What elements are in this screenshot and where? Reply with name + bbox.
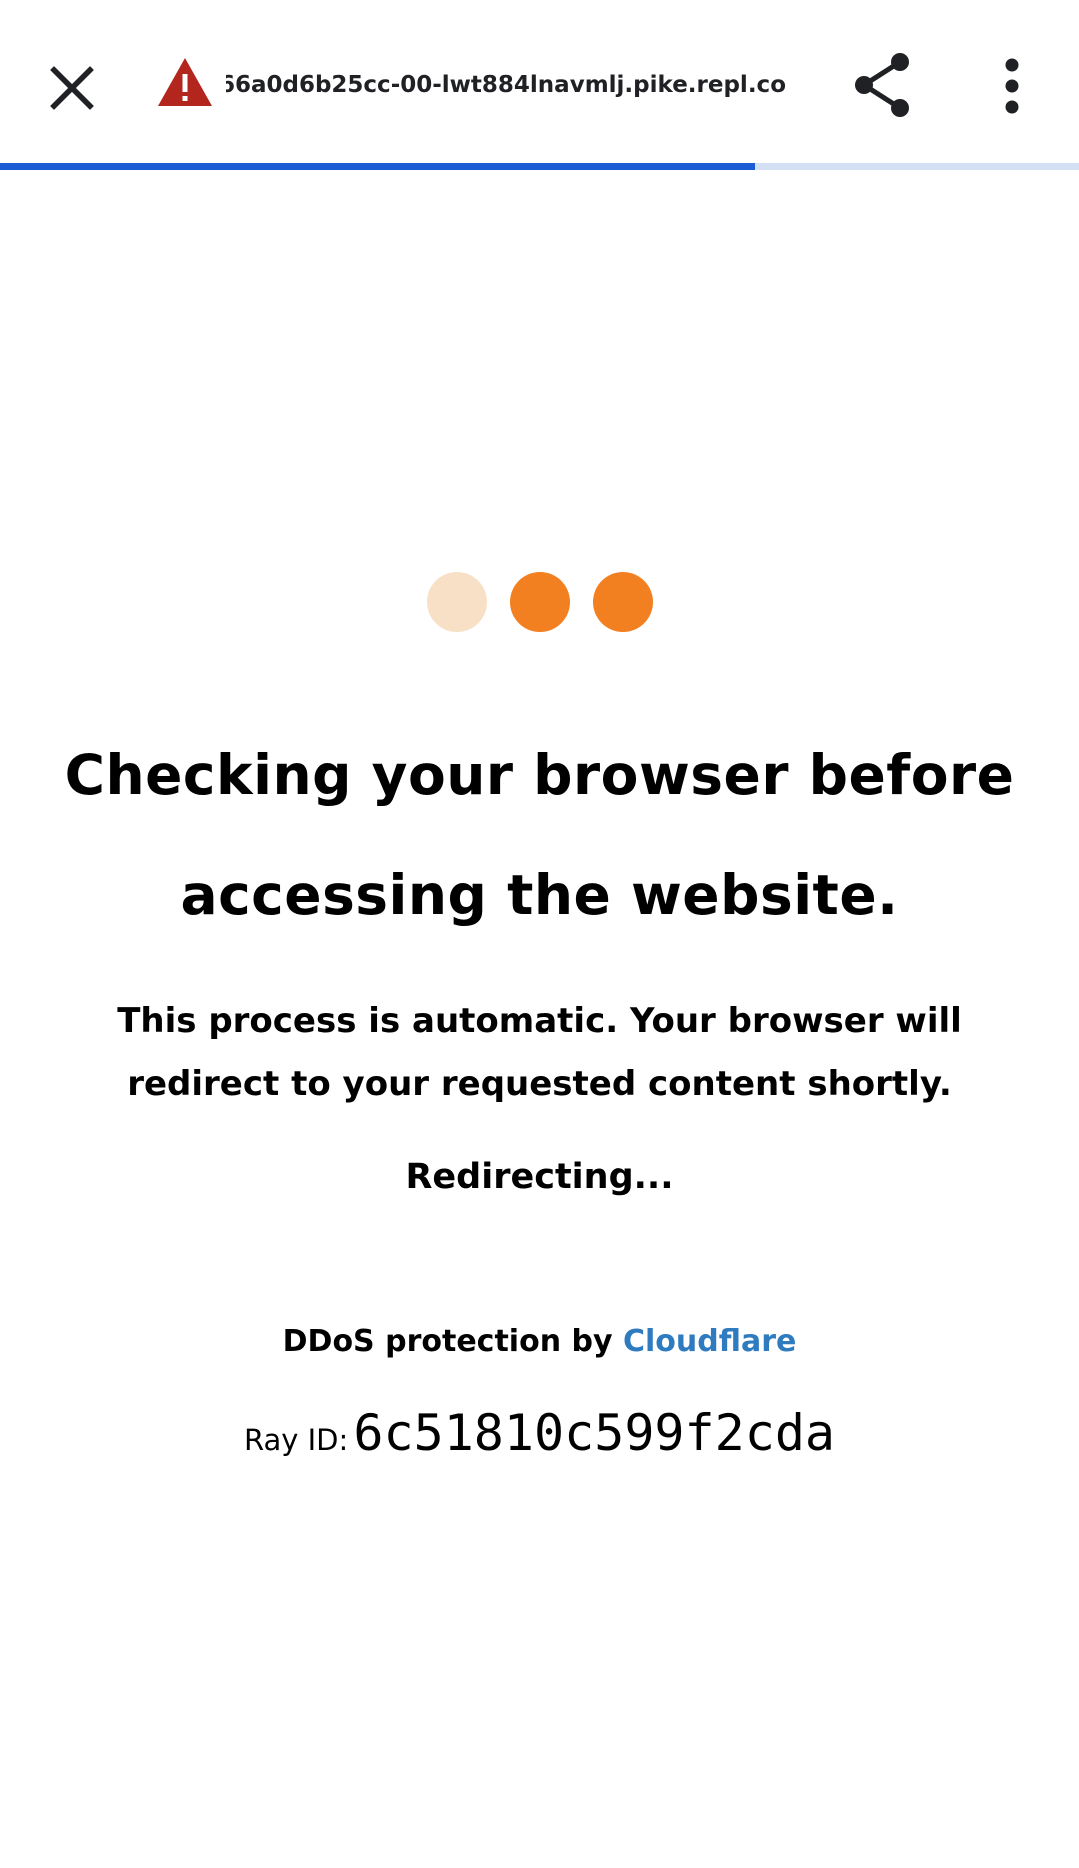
page-load-progress-bar	[0, 163, 1079, 170]
url-text: 2-beea-e66a0d6b25cc-00-lwt884lnavmlj.pik…	[226, 72, 786, 98]
loading-dot-1	[426, 572, 487, 632]
cloudflare-link[interactable]: Cloudflare	[623, 1324, 796, 1359]
page-heading: Checking your browser before accessing t…	[64, 743, 1015, 927]
loading-indicator	[0, 572, 1079, 632]
overflow-menu-button[interactable]	[990, 56, 1034, 116]
loading-dot-2	[509, 572, 570, 632]
warning-triangle-icon[interactable]	[156, 56, 214, 108]
loading-dot-3	[592, 572, 653, 632]
browser-toolbar: 2-beea-e66a0d6b25cc-00-lwt884lnavmlj.pik…	[0, 0, 1079, 163]
ray-id-label: Ray ID:	[243, 1423, 349, 1457]
share-icon	[855, 53, 909, 117]
ray-id-value: 6c51810c599f2cda	[353, 1404, 836, 1462]
ddos-protection-notice: DDoS protection by Cloudflare	[0, 1318, 1079, 1366]
close-button[interactable]	[36, 52, 108, 124]
close-icon	[50, 66, 94, 110]
share-button[interactable]	[852, 52, 912, 118]
page-load-progress-fill	[0, 163, 756, 170]
redirecting-status: Redirecting...	[405, 1157, 674, 1197]
ray-id-line: Ray ID: 6c51810c599f2cda	[0, 1400, 1079, 1478]
url-bar[interactable]: 2-beea-e66a0d6b25cc-00-lwt884lnavmlj.pik…	[226, 60, 786, 110]
more-vert-icon	[1005, 58, 1019, 114]
ddos-protection-prefix: DDoS protection by	[282, 1324, 613, 1359]
page-description: This process is automatic. Your browser …	[117, 1001, 962, 1104]
